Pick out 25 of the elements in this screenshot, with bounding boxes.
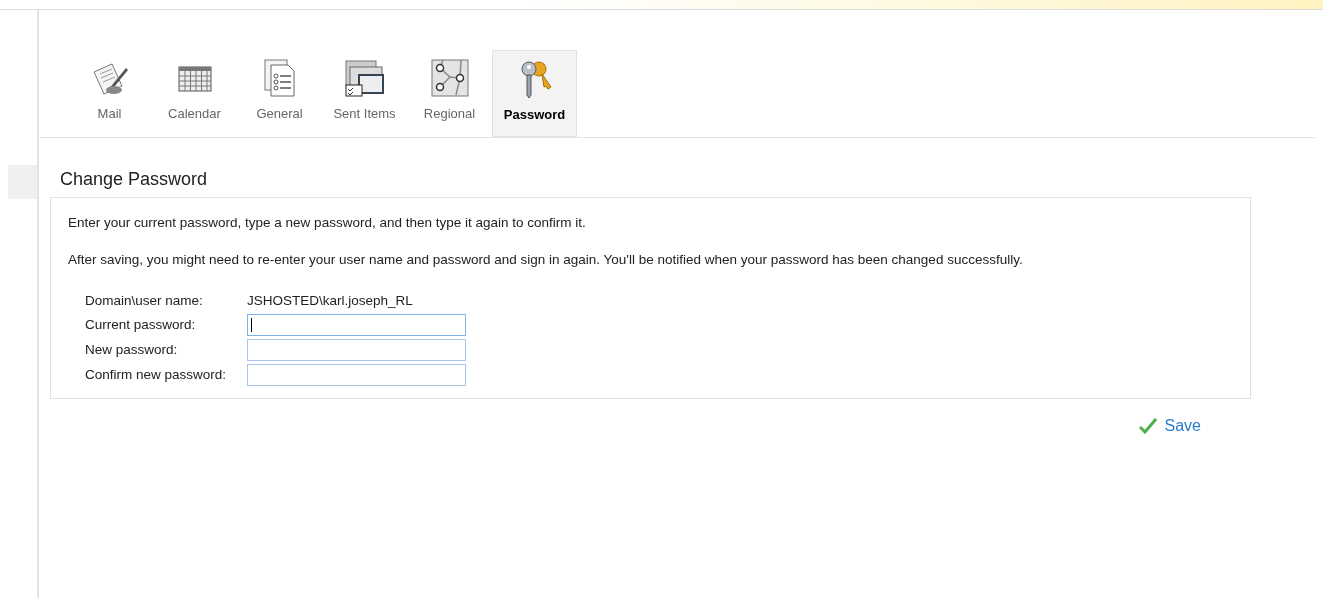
- folders-icon: [344, 59, 385, 97]
- text-cursor: [251, 317, 252, 332]
- settings-tab[interactable]: Sent Items: [322, 50, 407, 137]
- user-name-value: JSHOSTED\karl.joseph_RL: [247, 291, 413, 310]
- settings-tab[interactable]: Mail: [67, 50, 152, 137]
- section-title: Change Password: [59, 168, 209, 191]
- instruction-text: Enter your current password, type a new password, and then type it again to confirm it.: [68, 214, 587, 232]
- password-field[interactable]: [247, 363, 466, 386]
- field-label: Domain\user name:: [85, 291, 204, 310]
- settings-tab[interactable]: Regional: [407, 50, 492, 137]
- map-icon: [430, 59, 469, 97]
- settings-tab[interactable]: General: [237, 50, 322, 137]
- save-button[interactable]: Save: [1138, 413, 1201, 438]
- settings-tab[interactable]: Password: [492, 50, 577, 137]
- calendar-icon: [177, 63, 212, 93]
- password-field[interactable]: [247, 338, 466, 361]
- password-field[interactable]: [247, 313, 466, 336]
- field-label: Confirm new password:: [85, 365, 228, 384]
- settings-tab[interactable]: Calendar: [152, 50, 237, 137]
- checkmark-icon: [1138, 417, 1157, 434]
- document-list-icon: [263, 59, 296, 97]
- field-label: New password:: [85, 340, 179, 359]
- info-text: After saving, you might need to re-enter your user name and password and sign in again. You'll be notified when your password has been changed successfully.: [68, 251, 1024, 270]
- field-label: Current password:: [85, 315, 197, 334]
- sidebar-item[interactable]: [8, 165, 37, 199]
